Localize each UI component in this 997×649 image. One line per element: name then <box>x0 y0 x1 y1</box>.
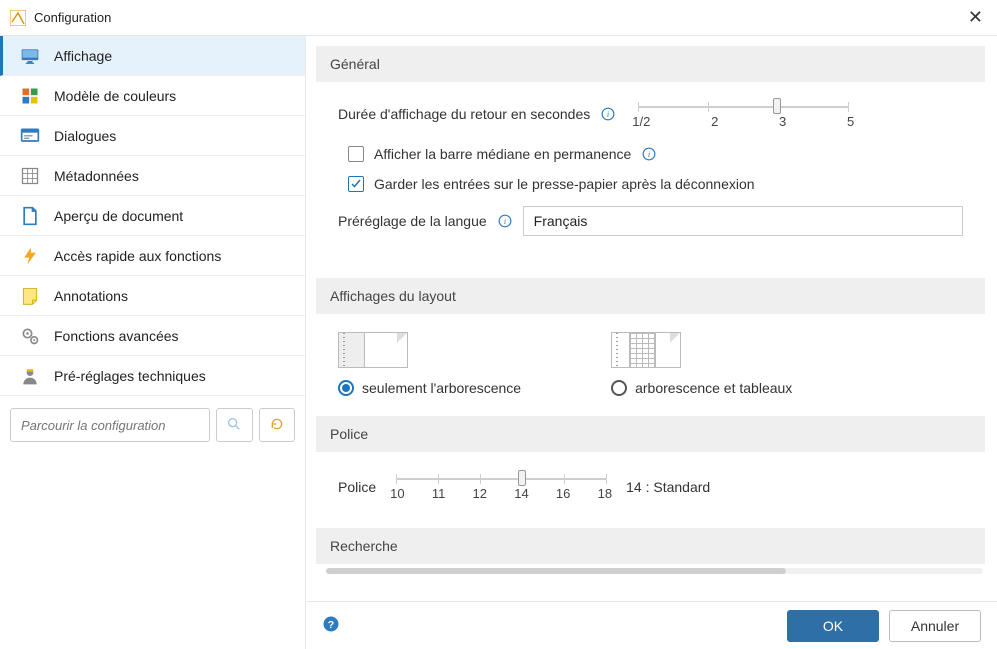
svg-text:?: ? <box>328 619 334 631</box>
window-title: Configuration <box>34 10 111 25</box>
svg-text:i: i <box>504 217 507 226</box>
sidebar-item-label: Affichage <box>54 48 112 64</box>
sidebar-item-metadonnees[interactable]: Métadonnées <box>0 156 305 196</box>
sidebar-item-dialogues[interactable]: Dialogues <box>0 116 305 156</box>
sidebar-item-label: Aperçu de document <box>54 208 183 224</box>
keep-clipboard-checkbox[interactable] <box>348 176 364 192</box>
sidebar-item-label: Accès rapide aux fonctions <box>54 248 221 264</box>
sidebar-item-acces-rapide[interactable]: Accès rapide aux fonctions <box>0 236 305 276</box>
slider-tick-label: 12 <box>473 486 487 501</box>
section-header-general: Général <box>316 46 985 82</box>
sidebar-item-prereglages[interactable]: Pré-réglages techniques <box>0 356 305 396</box>
feedback-duration-slider[interactable]: 1/2 2 3 5 <box>638 100 848 128</box>
info-icon[interactable]: i <box>497 213 513 229</box>
config-window: Configuration ✕ Affichage Modèle de coul… <box>0 0 997 649</box>
refresh-icon <box>269 416 285 435</box>
font-label: Police <box>338 479 376 495</box>
slider-tick-label: 3 <box>779 114 786 129</box>
keep-clipboard-label: Garder les entrées sur le presse-papier … <box>374 176 755 192</box>
lang-label: Préréglage de la langue <box>338 213 487 229</box>
sidebar-item-fonctions-avancees[interactable]: Fonctions avancées <box>0 316 305 356</box>
info-icon[interactable]: i <box>600 106 616 122</box>
search-button[interactable] <box>216 408 253 442</box>
slider-tick-label: 14 <box>514 486 528 501</box>
palette-icon <box>20 86 40 106</box>
ok-button[interactable]: OK <box>787 610 879 642</box>
section-header-search: Recherche <box>316 528 985 564</box>
dialog-icon <box>20 126 40 146</box>
sidebar-item-apercu[interactable]: Aperçu de document <box>0 196 305 236</box>
content-pane[interactable]: Général Durée d'affichage du retour en s… <box>306 36 997 601</box>
sidebar-item-annotations[interactable]: Annotations <box>0 276 305 316</box>
sidebar-item-label: Dialogues <box>54 128 116 144</box>
sidebar-item-affichage[interactable]: Affichage <box>0 36 305 76</box>
technician-icon <box>20 366 40 386</box>
slider-tick-label: 10 <box>390 486 404 501</box>
search-icon <box>226 416 242 435</box>
sidebar-item-label: Modèle de couleurs <box>54 88 176 104</box>
grid-icon <box>20 166 40 186</box>
footer: ? OK Annuler <box>306 601 997 649</box>
layout-radio-tree-tables[interactable] <box>611 380 627 396</box>
layout-thumb-tree-tables[interactable] <box>611 332 681 368</box>
document-icon <box>20 206 40 226</box>
feedback-duration-label: Durée d'affichage du retour en secondes <box>338 106 590 122</box>
bolt-icon <box>20 246 40 266</box>
slider-tick-label: 1/2 <box>632 114 650 129</box>
gears-icon <box>20 326 40 346</box>
medianbar-label: Afficher la barre médiane en permanence <box>374 146 631 162</box>
horizontal-scrollbar[interactable] <box>326 568 983 574</box>
layout-label-tree-only: seulement l'arborescence <box>362 380 521 396</box>
section-header-font: Police <box>316 416 985 452</box>
svg-text:i: i <box>648 150 651 159</box>
refresh-button[interactable] <box>259 408 296 442</box>
help-icon[interactable]: ? <box>322 615 340 636</box>
sidebar-item-couleurs[interactable]: Modèle de couleurs <box>0 76 305 116</box>
sidebar-item-label: Fonctions avancées <box>54 328 179 344</box>
sidebar-item-label: Métadonnées <box>54 168 139 184</box>
sidebar-item-label: Pré-réglages techniques <box>54 368 206 384</box>
monitor-icon <box>20 46 40 66</box>
font-value-display: 14 : Standard <box>626 479 710 495</box>
app-icon <box>10 10 26 26</box>
slider-tick-label: 2 <box>711 114 718 129</box>
font-slider[interactable]: 10 11 12 14 16 18 <box>396 470 606 504</box>
titlebar: Configuration ✕ <box>0 0 997 36</box>
slider-tick-label: 18 <box>598 486 612 501</box>
info-icon[interactable]: i <box>641 146 657 162</box>
medianbar-checkbox[interactable] <box>348 146 364 162</box>
slider-tick-label: 16 <box>556 486 570 501</box>
section-header-layout: Affichages du layout <box>316 278 985 314</box>
layout-radio-tree-only[interactable] <box>338 380 354 396</box>
close-icon[interactable]: ✕ <box>964 3 987 32</box>
sidebar-item-label: Annotations <box>54 288 128 304</box>
lang-select[interactable]: Français <box>523 206 963 236</box>
svg-text:i: i <box>607 110 610 119</box>
search-input[interactable] <box>10 408 210 442</box>
layout-thumb-tree-only[interactable] <box>338 332 408 368</box>
slider-tick-label: 5 <box>847 114 854 129</box>
sidebar: Affichage Modèle de couleurs Dialogues <box>0 36 306 649</box>
slider-tick-label: 11 <box>432 486 446 501</box>
cancel-button[interactable]: Annuler <box>889 610 981 642</box>
lang-value: Français <box>534 213 588 229</box>
layout-label-tree-tables: arborescence et tableaux <box>635 380 792 396</box>
note-icon <box>20 286 40 306</box>
